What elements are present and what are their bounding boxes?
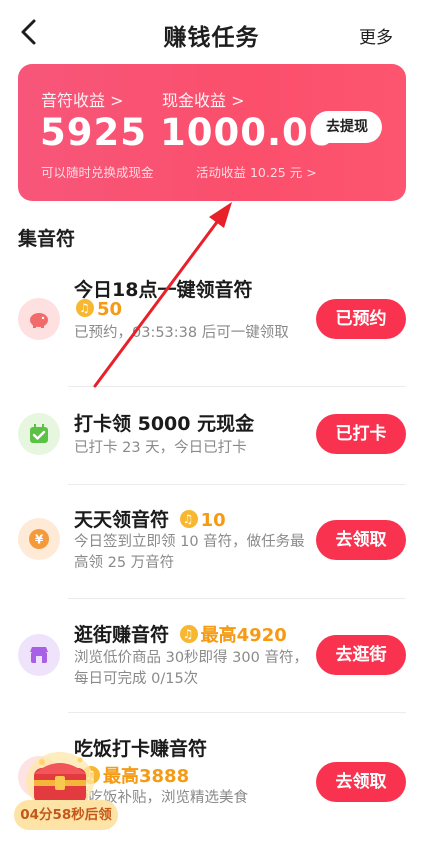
yuan-coin-icon: ¥ bbox=[18, 518, 60, 560]
shop-icon bbox=[18, 634, 60, 676]
notes-earnings-link[interactable]: 音符收益 > bbox=[41, 87, 124, 111]
section-title: 集音符 bbox=[18, 228, 76, 250]
more-button[interactable]: 更多 bbox=[359, 23, 393, 48]
activity-earnings-link[interactable]: 活动收益 10.25 元 > bbox=[196, 162, 317, 181]
task-title: 打卡领 5000 元现金 bbox=[74, 413, 255, 435]
note-coin-icon bbox=[76, 299, 94, 317]
task-title: 天天领音符 10 bbox=[74, 505, 226, 532]
task-desc: 已打卡 23 天，今日已打卡 bbox=[74, 440, 247, 456]
task-desc: 今日签到立即领 10 音符，做任务最高领 25 万音符 bbox=[74, 534, 305, 571]
task-reward: 10 bbox=[200, 510, 226, 531]
svg-text:¥: ¥ bbox=[35, 533, 44, 547]
task-row: 今日18点一键领音符 50 已预约，03:53:38 后可一键领取 已预约 bbox=[0, 270, 423, 385]
divider bbox=[68, 386, 406, 387]
withdraw-button[interactable]: 去提现 bbox=[312, 111, 382, 143]
reserved-button[interactable]: 已预约 bbox=[316, 299, 406, 339]
browse-button[interactable]: 去逛街 bbox=[316, 635, 406, 675]
earnings-card: 音符收益 > 5925 可以随时兑换成现金 现金收益 > 1000.00 活动收… bbox=[18, 64, 406, 201]
cash-earnings-link[interactable]: 现金收益 > bbox=[162, 87, 245, 111]
chest-timer: 04分58秒后领 bbox=[14, 800, 118, 830]
divider bbox=[68, 484, 406, 485]
divider bbox=[68, 598, 406, 599]
task-title: 今日18点一键领音符 bbox=[74, 279, 253, 301]
divider bbox=[68, 712, 406, 713]
task-row: 打卡领 5000 元现金 已打卡 23 天，今日已打卡 已打卡 bbox=[0, 398, 423, 478]
task-desc: 已预约，03:53:38 后可一键领取 bbox=[74, 325, 289, 341]
task-desc: 浏览低价商品 30秒即得 300 音符，每日可完成 0/15次 bbox=[74, 650, 308, 687]
task-title: 逛街赚音符 最高4920 bbox=[74, 620, 287, 647]
task-reward: 最高4920 bbox=[200, 625, 287, 646]
task-row: ¥ 天天领音符 10 今日签到立即领 10 音符，做任务最高领 25 万音符 去… bbox=[0, 496, 423, 596]
notes-earnings-value: 5925 bbox=[40, 111, 147, 154]
task-reward: 50 bbox=[76, 299, 122, 320]
checked-in-button[interactable]: 已打卡 bbox=[316, 414, 406, 454]
calendar-check-icon bbox=[18, 413, 60, 455]
header: 赚钱任务 更多 bbox=[0, 0, 423, 64]
note-coin-icon bbox=[179, 510, 198, 528]
cash-earnings-value: 1000.00 bbox=[160, 111, 336, 154]
task-row: 逛街赚音符 最高4920 浏览低价商品 30秒即得 300 音符，每日可完成 0… bbox=[0, 610, 423, 710]
notes-earnings-hint: 可以随时兑换成现金 bbox=[41, 165, 154, 180]
claim-button[interactable]: 去领取 bbox=[316, 520, 406, 560]
piggy-bank-icon bbox=[18, 298, 60, 340]
note-coin-icon bbox=[179, 625, 198, 643]
claim-button[interactable]: 去领取 bbox=[316, 762, 406, 802]
